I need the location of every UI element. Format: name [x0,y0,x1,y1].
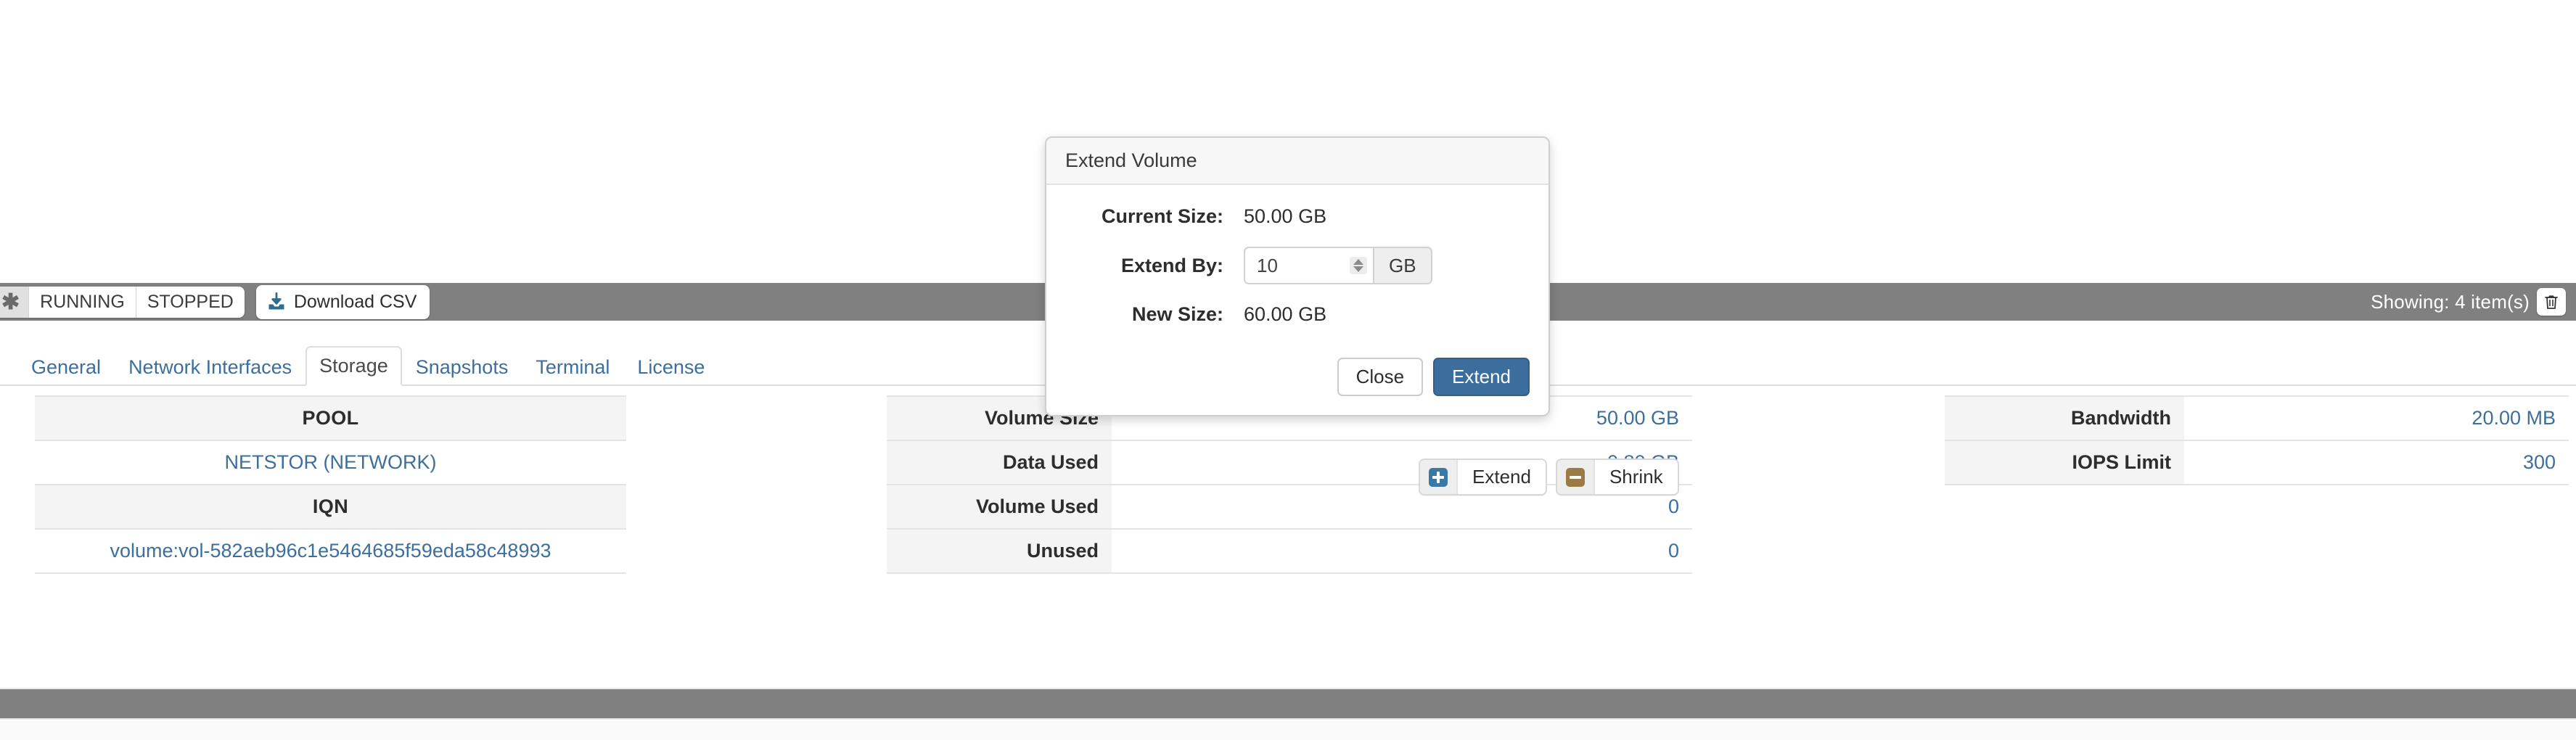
extend-by-unit: GB [1373,247,1432,284]
toolbar-left-group: ✱ RUNNING STOPPED Download CSV [0,284,430,319]
trash-icon [2543,293,2560,311]
filter-all-button[interactable]: ✱ [0,286,30,318]
extend-by-row: Extend By: 10 GB [1065,247,1530,284]
pool-iqn-table: POOL NETSTOR (NETWORK) IQN volume:vol-58… [35,395,626,575]
iqn-value-link[interactable]: volume:vol-582aeb96c1e5464685f59eda58c48… [35,528,626,575]
tab-storage[interactable]: Storage [305,346,402,386]
chevron-down-icon[interactable] [1353,266,1363,272]
table-row: volume:vol-582aeb96c1e5464685f59eda58c48… [35,528,626,575]
shrink-volume-button[interactable]: Shrink [1555,459,1679,496]
download-icon [266,292,287,312]
shrink-volume-label: Shrink [1609,466,1663,488]
download-csv-label: Download CSV [293,291,417,312]
extend-volume-label: Extend [1472,466,1531,488]
new-size-row: New Size: 60.00 GB [1065,303,1530,326]
iqn-header: IQN [35,484,626,530]
toolbar-right-group: Showing: 4 item(s) [2371,288,2566,316]
volume-limits-table: Bandwidth 20.00 MB IOPS Limit 300 [1945,395,2569,486]
tab-license[interactable]: License [623,348,718,386]
tab-terminal-label: Terminal [536,356,610,378]
extend-by-input-group: 10 GB [1244,247,1432,284]
bandwidth-value: 20.00 MB [2184,395,2569,441]
filter-running-button[interactable]: RUNNING [29,286,136,318]
popover-tail [1503,194,1539,213]
iops-limit-value: 300 [2184,440,2569,486]
extend-volume-dialog: Extend Volume Current Size: 50.00 GB Ext… [1045,136,1550,416]
filter-running-label: RUNNING [40,291,125,312]
table-row: IOPS Limit 300 [1945,440,2569,486]
app-root: ✱ RUNNING STOPPED Download CSV Showing: … [0,0,2576,740]
pool-value-link[interactable]: NETSTOR (NETWORK) [35,440,626,485]
pool-header: POOL [35,395,626,441]
status-filter-group[interactable]: ✱ RUNNING STOPPED [0,286,245,318]
plus-square-icon [1420,460,1458,494]
table-row: Bandwidth 20.00 MB [1945,395,2569,441]
dialog-footer: Close Extend [1046,353,1549,415]
pool-iqn-panel: POOL NETSTOR (NETWORK) IQN volume:vol-58… [35,395,626,575]
table-row: POOL [35,395,626,441]
extend-button[interactable]: Extend [1433,358,1530,396]
tab-snapshots-label: Snapshots [415,356,509,378]
current-size-value: 50.00 GB [1244,205,1327,227]
tab-terminal[interactable]: Terminal [522,348,623,386]
close-button[interactable]: Close [1337,358,1424,396]
bottom-toolbar [0,688,2576,720]
tab-storage-label: Storage [319,355,388,377]
tab-network-interfaces-label: Network Interfaces [128,356,292,378]
new-size-label: New Size: [1131,303,1223,325]
tab-general[interactable]: General [17,348,115,386]
volume-used-label: Volume Used [887,484,1112,530]
bottom-filler [0,721,2576,740]
current-size-label: Current Size: [1101,205,1223,227]
chevron-up-icon[interactable] [1353,259,1363,265]
showing-count-text: Showing: 4 item(s) [2371,290,2530,313]
tab-license-label: License [637,356,705,378]
dialog-title: Extend Volume [1046,138,1549,185]
asterisk-icon: ✱ [1,289,20,314]
filter-stopped-button[interactable]: STOPPED [136,286,245,318]
download-csv-button[interactable]: Download CSV [255,284,430,319]
volume-limits-panel: Bandwidth 20.00 MB IOPS Limit 300 [1945,395,2569,486]
current-size-row: Current Size: 50.00 GB [1065,205,1530,228]
extend-volume-button[interactable]: Extend [1419,459,1547,496]
extend-by-input[interactable]: 10 [1244,247,1373,284]
unused-label: Unused [887,528,1112,575]
extend-by-value: 10 [1257,254,1278,276]
table-row: NETSTOR (NETWORK) [35,440,626,485]
filter-stopped-label: STOPPED [147,291,234,312]
tab-network-interfaces[interactable]: Network Interfaces [115,348,305,386]
data-used-label: Data Used [887,440,1112,485]
tab-snapshots[interactable]: Snapshots [402,348,522,386]
dialog-body: Current Size: 50.00 GB Extend By: 10 GB [1046,185,1549,353]
minus-square-icon [1556,460,1595,494]
bandwidth-label: Bandwidth [1945,395,2184,441]
tab-general-label: General [31,356,102,378]
extend-by-label: Extend By: [1120,254,1223,276]
number-stepper[interactable] [1350,257,1367,274]
new-size-value: 60.00 GB [1244,303,1327,325]
table-row: Unused 0 [887,528,1692,575]
iops-limit-label: IOPS Limit [1945,440,2184,486]
unused-value: 0 [1112,528,1692,575]
table-row: IQN [35,484,626,530]
volume-action-buttons: Extend Shrink [1419,459,1679,496]
delete-selected-button[interactable] [2537,288,2566,316]
